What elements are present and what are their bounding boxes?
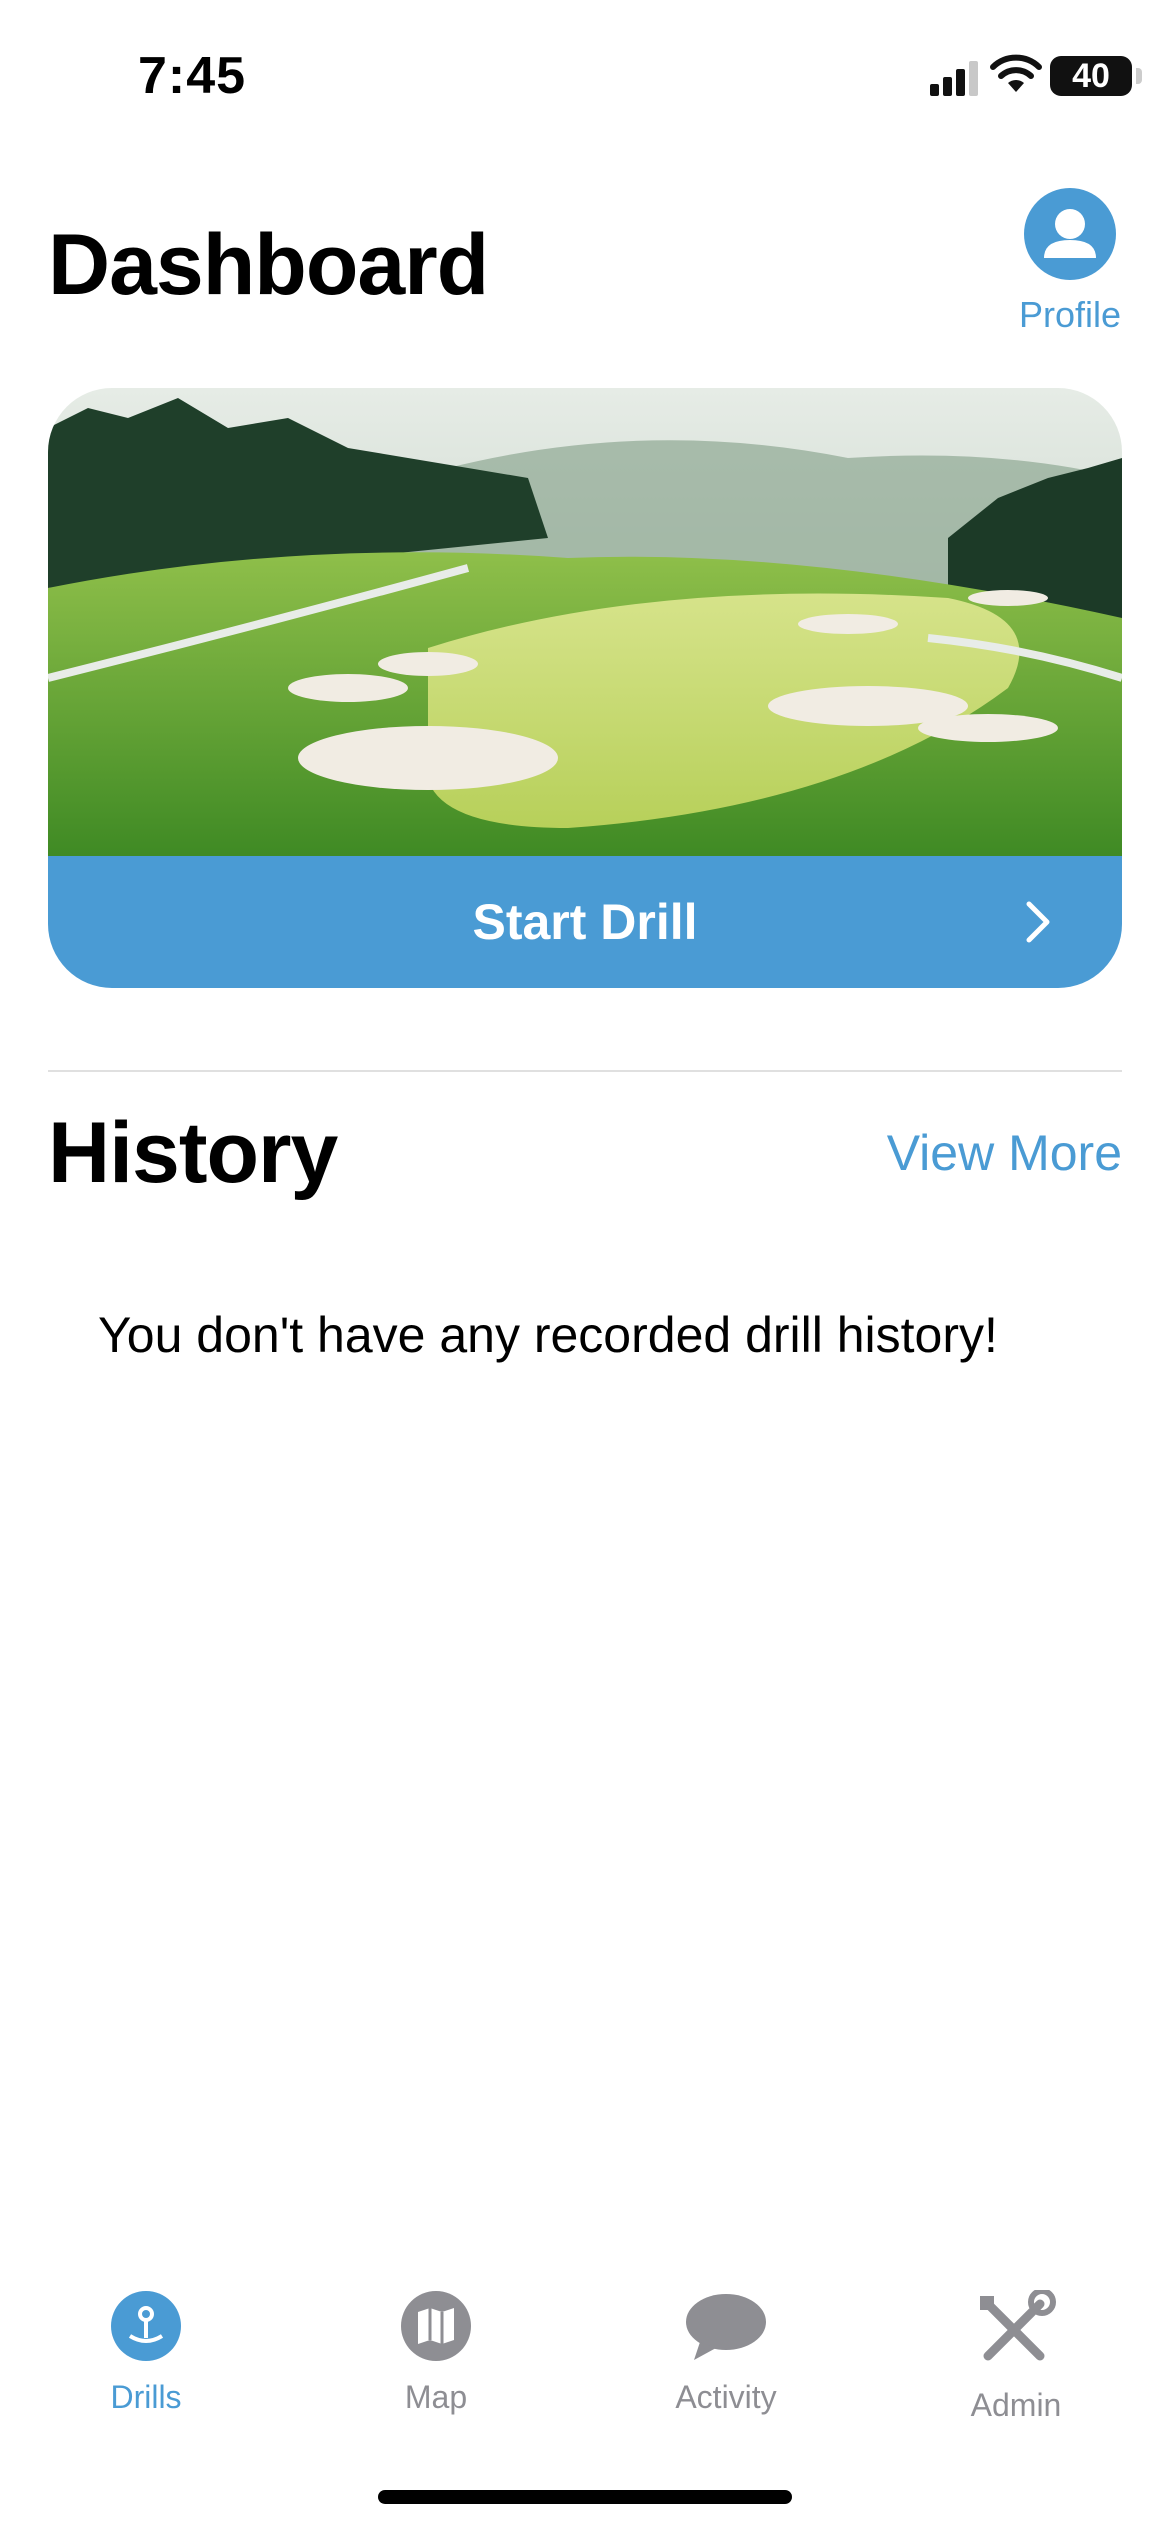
section-divider <box>48 1070 1122 1072</box>
status-icons: 40 <box>870 50 1170 110</box>
tab-bar: Drills Map Activity Admin <box>0 2288 1170 2440</box>
wifi-icon <box>990 54 1042 92</box>
pin-icon <box>111 2291 181 2361</box>
history-title: History <box>48 1105 338 1201</box>
empty-history-message: You don't have any recorded drill histor… <box>98 1307 998 1363</box>
battery-icon: 40 <box>1050 56 1132 96</box>
tab-label: Activity <box>675 2379 777 2415</box>
battery-cap <box>1136 68 1142 84</box>
page-title: Dashboard <box>48 217 489 313</box>
person-icon <box>1024 188 1116 280</box>
tab-drills[interactable]: Drills <box>46 2290 246 2416</box>
home-indicator[interactable] <box>378 2490 792 2504</box>
signal-icon <box>930 61 978 96</box>
golf-course-image <box>48 388 1122 856</box>
view-more-link[interactable]: View More <box>887 1124 1122 1182</box>
start-drill-label: Start Drill <box>472 894 698 950</box>
tab-map[interactable]: Map <box>336 2290 536 2416</box>
profile-label: Profile <box>1018 294 1122 335</box>
tab-label: Admin <box>970 2387 1062 2423</box>
chevron-right-icon <box>1026 901 1050 943</box>
tab-activity[interactable]: Activity <box>626 2290 826 2416</box>
chat-bubble-icon <box>686 2294 766 2360</box>
profile-button[interactable]: Profile <box>1010 188 1130 336</box>
tab-admin[interactable]: Admin <box>916 2288 1116 2424</box>
tab-label: Drills <box>110 2379 182 2415</box>
status-time: 7:45 <box>138 47 247 105</box>
tab-label: Map <box>404 2379 468 2415</box>
start-drill-card[interactable]: Start Drill <box>48 388 1122 988</box>
map-icon <box>401 2291 471 2361</box>
start-drill-button[interactable]: Start Drill <box>48 856 1122 988</box>
tools-icon <box>980 2288 1056 2361</box>
